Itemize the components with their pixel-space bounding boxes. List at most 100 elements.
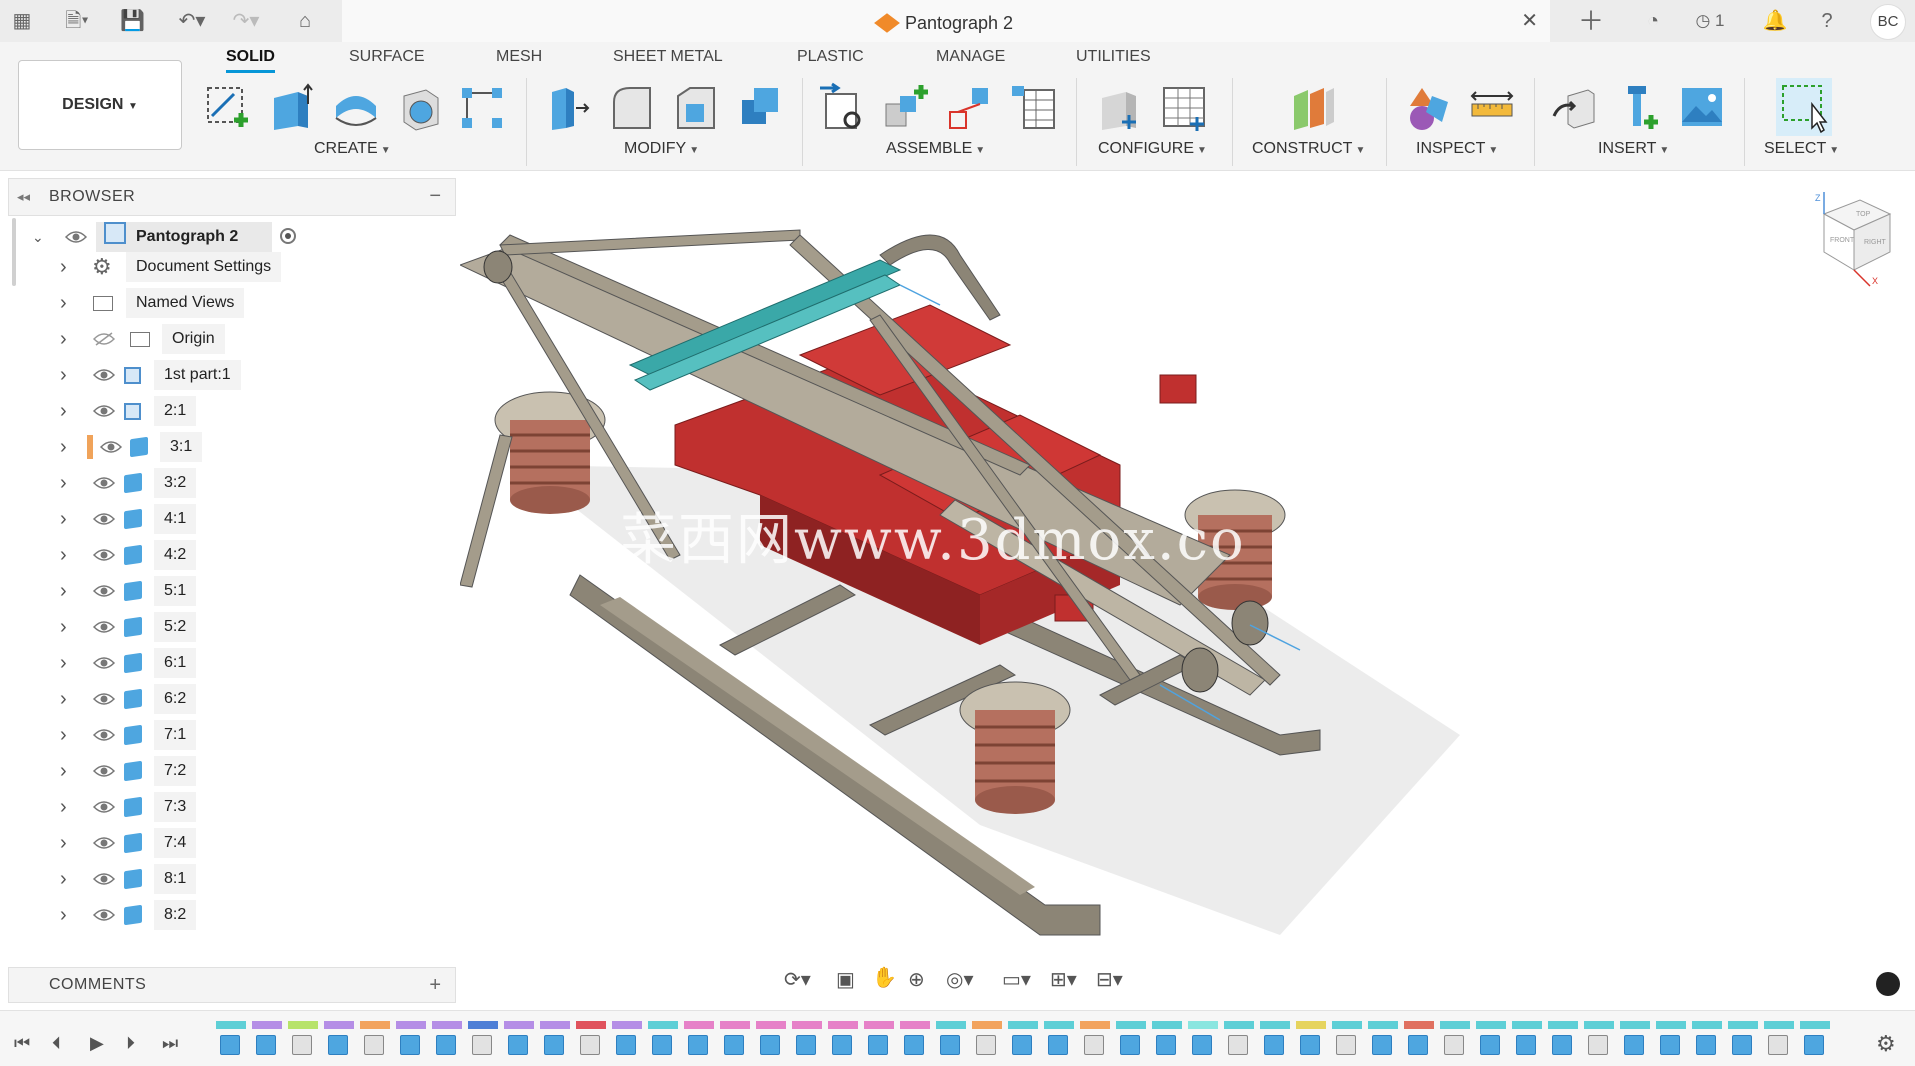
timeline-component-icon[interactable] xyxy=(436,1035,456,1055)
timeline-component-icon[interactable] xyxy=(724,1035,744,1055)
chevron-right-icon[interactable]: › xyxy=(60,612,67,642)
add-comment-icon[interactable]: + xyxy=(429,968,441,1002)
tab-utilities[interactable]: UTILITIES xyxy=(1076,48,1151,66)
browser-item[interactable]: › 2:1 xyxy=(0,396,460,426)
timeline-component-icon[interactable] xyxy=(1192,1035,1212,1055)
chevron-down-icon[interactable]: ⌄ xyxy=(32,222,44,252)
chevron-right-icon[interactable]: › xyxy=(60,720,67,750)
notifications-icon[interactable]: 🔔 xyxy=(1760,0,1790,42)
browser-item[interactable]: › 4:1 xyxy=(0,504,460,534)
timeline-component-icon[interactable] xyxy=(1372,1035,1392,1055)
app-grid-icon[interactable]: ▦ xyxy=(10,0,34,42)
chevron-right-icon[interactable]: › xyxy=(60,324,67,354)
chevron-right-icon[interactable]: › xyxy=(60,828,67,858)
chevron-right-icon[interactable]: › xyxy=(60,468,67,498)
browser-item[interactable]: › 8:2 xyxy=(0,900,460,930)
tab-sheet-metal[interactable]: SHEET METAL xyxy=(613,48,723,66)
timeline-component-icon[interactable] xyxy=(1120,1035,1140,1055)
timeline-component-icon[interactable] xyxy=(940,1035,960,1055)
step-forward-icon[interactable]: ⏵ xyxy=(126,1033,135,1054)
timeline-component-icon[interactable] xyxy=(1408,1035,1428,1055)
chevron-right-icon[interactable]: › xyxy=(60,288,67,318)
tab-mesh[interactable]: MESH xyxy=(496,48,542,66)
timeline-component-icon[interactable] xyxy=(652,1035,672,1055)
chevron-right-icon[interactable]: › xyxy=(60,792,67,822)
timeline-component-icon[interactable] xyxy=(1012,1035,1032,1055)
browser-item[interactable]: › 5:1 xyxy=(0,576,460,606)
combine-icon[interactable] xyxy=(736,82,784,134)
look-at-icon[interactable]: ▣ xyxy=(836,967,855,992)
chevron-right-icon[interactable]: › xyxy=(60,396,67,426)
measure-tool-icon[interactable] xyxy=(1876,972,1900,996)
browser-item[interactable]: › 7:3 xyxy=(0,792,460,822)
new-component-icon[interactable] xyxy=(818,82,866,134)
timeline-component-icon[interactable] xyxy=(1480,1035,1500,1055)
go-to-end-icon[interactable]: ⏭ xyxy=(162,1033,178,1054)
browser-item[interactable]: › 7:2 xyxy=(0,756,460,786)
viewports-icon[interactable]: ⊟▾ xyxy=(1096,967,1123,992)
timeline-body-icon[interactable] xyxy=(1084,1035,1104,1055)
extensions-icon[interactable]: ◔ xyxy=(1638,0,1668,42)
eye-icon[interactable] xyxy=(93,620,115,634)
offset-plane-icon[interactable] xyxy=(1288,82,1336,134)
timeline-body-icon[interactable] xyxy=(1588,1035,1608,1055)
workspace-switcher[interactable]: DESIGN ▼ xyxy=(18,60,182,150)
tab-solid[interactable]: SOLID xyxy=(226,48,275,73)
motion-table-icon[interactable] xyxy=(1010,82,1058,134)
timeline-body-icon[interactable] xyxy=(472,1035,492,1055)
eye-icon[interactable] xyxy=(93,368,115,382)
undo-icon[interactable]: ↶▾ xyxy=(172,0,212,42)
browser-item[interactable]: › 3:2 xyxy=(0,468,460,498)
timeline-component-icon[interactable] xyxy=(400,1035,420,1055)
browser-item[interactable]: › 6:1 xyxy=(0,648,460,678)
timeline-component-icon[interactable] xyxy=(508,1035,528,1055)
timeline-body-icon[interactable] xyxy=(364,1035,384,1055)
timeline-component-icon[interactable] xyxy=(1660,1035,1680,1055)
as-built-joint-icon[interactable] xyxy=(946,82,994,134)
interference-icon[interactable] xyxy=(1404,82,1452,134)
timeline-body-icon[interactable] xyxy=(1444,1035,1464,1055)
eye-icon[interactable] xyxy=(93,548,115,562)
chevron-right-icon[interactable]: › xyxy=(60,576,67,606)
orbit-icon[interactable]: ⟳▾ xyxy=(784,967,811,992)
press-pull-icon[interactable] xyxy=(544,82,592,134)
save-icon[interactable]: 💾 xyxy=(120,0,145,42)
eye-icon[interactable] xyxy=(93,584,115,598)
timeline-component-icon[interactable] xyxy=(1516,1035,1536,1055)
chevron-right-icon[interactable]: › xyxy=(60,504,67,534)
browser-item[interactable]: › Origin xyxy=(0,324,460,354)
extrude-icon[interactable] xyxy=(268,82,316,134)
home-icon[interactable]: ⌂ xyxy=(290,0,320,42)
chevron-right-icon[interactable]: › xyxy=(60,432,67,462)
timeline-component-icon[interactable] xyxy=(796,1035,816,1055)
configure-icon[interactable] xyxy=(1096,82,1144,134)
tab-manage[interactable]: MANAGE xyxy=(936,48,1005,66)
eye-icon[interactable] xyxy=(93,476,115,490)
timeline-body-icon[interactable] xyxy=(1336,1035,1356,1055)
group-inspect[interactable]: INSPECT ▼ xyxy=(1416,140,1498,158)
eye-icon[interactable] xyxy=(93,764,115,778)
timeline-component-icon[interactable] xyxy=(1156,1035,1176,1055)
chevron-right-icon[interactable]: › xyxy=(60,900,67,930)
play-icon[interactable]: ▶ xyxy=(90,1033,104,1054)
timeline-component-icon[interactable] xyxy=(1624,1035,1644,1055)
configuration-table-icon[interactable] xyxy=(1160,82,1208,134)
timeline-component-icon[interactable] xyxy=(688,1035,708,1055)
timeline-component-icon[interactable] xyxy=(760,1035,780,1055)
job-status-icon[interactable]: ◷ 1 xyxy=(1690,0,1730,42)
user-avatar[interactable]: BC xyxy=(1870,4,1906,40)
chevron-right-icon[interactable]: › xyxy=(60,756,67,786)
browser-root[interactable]: ⌄ Pantograph 2 xyxy=(0,222,460,252)
view-cube[interactable]: TOP FRONT RIGHT Z X xyxy=(1808,192,1904,288)
group-select[interactable]: SELECT ▼ xyxy=(1764,140,1839,158)
chevron-right-icon[interactable]: › xyxy=(60,540,67,570)
timeline-settings-icon[interactable]: ⚙ xyxy=(1876,1031,1896,1057)
tab-plastic[interactable]: PLASTIC xyxy=(797,48,864,66)
group-assemble[interactable]: ASSEMBLE ▼ xyxy=(886,140,985,158)
timeline-component-icon[interactable] xyxy=(544,1035,564,1055)
insert-mcmaster-icon[interactable] xyxy=(1614,82,1662,134)
timeline-component-icon[interactable] xyxy=(832,1035,852,1055)
eye-icon[interactable] xyxy=(93,728,115,742)
group-configure[interactable]: CONFIGURE ▼ xyxy=(1098,140,1207,158)
browser-item[interactable]: › 3:1 xyxy=(0,432,460,462)
